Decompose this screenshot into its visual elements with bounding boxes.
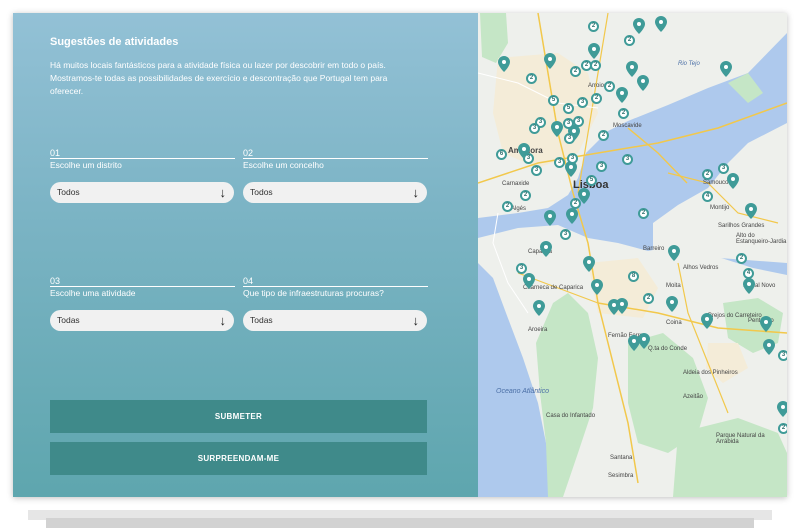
map-label-pinheiros: Aldeia dos Pinheiros	[683, 370, 738, 376]
step-number: 02	[243, 148, 254, 158]
district-select[interactable]: Todos ↓	[50, 182, 234, 203]
map-label-santana: Santana	[610, 455, 633, 461]
map-label-rio-tejo: Rio Tejo	[678, 61, 700, 67]
arrow-down-icon: ↓	[412, 313, 420, 328]
step-label: Escolhe um concelho	[243, 160, 324, 170]
district-select-value: Todos	[57, 187, 80, 197]
form-description: Há muitos locais fantásticos para a ativ…	[50, 60, 388, 96]
map-cluster-marker[interactable]: 3	[778, 350, 787, 361]
infrastructure-select[interactable]: Todas ↓	[243, 310, 427, 331]
map-cluster-marker[interactable]: 2	[570, 66, 581, 77]
map-cluster-marker[interactable]: 4	[702, 191, 713, 202]
step-municipality: 02 Escolhe um concelho	[243, 148, 428, 170]
arrow-down-icon: ↓	[412, 185, 420, 200]
step-district: 01 Escolhe um distrito	[50, 148, 235, 170]
map-cluster-marker[interactable]: 3	[529, 123, 540, 134]
map-label-parque-arrabida: Parque Natural da Arrábida	[716, 433, 765, 445]
map-label-sesimbra: Sesimbra	[608, 473, 634, 479]
map-label-coina: Coina	[666, 320, 682, 326]
map-cluster-marker[interactable]: 2	[570, 198, 581, 209]
form-title: Sugestões de atividades	[50, 36, 179, 48]
map-label-quinta-conde: Q.ta do Conde	[648, 346, 688, 352]
map-cluster-marker[interactable]: 3	[563, 118, 574, 129]
activity-select-value: Todas	[57, 315, 80, 325]
surprise-me-button[interactable]: SURPREENDAM-ME	[50, 442, 427, 475]
map-cluster-marker[interactable]: 2	[590, 60, 601, 71]
map-cluster-marker[interactable]: 3	[577, 97, 588, 108]
map-cluster-marker[interactable]: 3	[567, 153, 578, 164]
map-cluster-marker[interactable]: 3	[554, 157, 565, 168]
map-label-moita: Moita	[666, 283, 681, 289]
map-label-alges: Algés	[511, 206, 527, 212]
map-cluster-marker[interactable]: 3	[596, 161, 607, 172]
map-cluster-marker[interactable]: 5	[586, 175, 597, 186]
map-cluster-marker[interactable]: 2	[778, 423, 787, 434]
map-label-alhos-vedros: Alhos Vedros	[683, 265, 719, 271]
map-cluster-marker[interactable]: 6	[496, 149, 507, 160]
map-label-barreiro: Barreiro	[643, 246, 665, 252]
infrastructure-select-value: Todas	[250, 315, 273, 325]
map-cluster-marker[interactable]: 2	[618, 108, 629, 119]
map-cluster-marker[interactable]: 3	[560, 229, 571, 240]
municipality-select[interactable]: Todos ↓	[243, 182, 427, 203]
map-cluster-marker[interactable]: 2	[591, 93, 602, 104]
map-cluster-marker[interactable]: 2	[702, 169, 713, 180]
map-label-casa-infantado: Casa do Infantado	[546, 413, 596, 419]
map-cluster-marker[interactable]: 8	[628, 271, 639, 282]
map-cluster-marker[interactable]: 3	[622, 154, 633, 165]
step-label: Escolhe uma atividade	[50, 288, 136, 298]
map-cluster-marker[interactable]: 2	[598, 130, 609, 141]
map-cluster-marker[interactable]: 2	[604, 81, 615, 92]
map-cluster-marker[interactable]: 2	[588, 21, 599, 32]
step-infrastructure: 04 Que tipo de infraestruturas procuras?	[243, 276, 428, 298]
step-label: Que tipo de infraestruturas procuras?	[243, 288, 384, 298]
step-label: Escolhe um distrito	[50, 160, 122, 170]
map-label-brejos: Brejos do Carreteiro	[708, 313, 762, 319]
map-cluster-marker[interactable]: 5	[548, 95, 559, 106]
map-cluster-marker[interactable]: 3	[564, 133, 575, 144]
map-label-samouco: Samouco	[703, 180, 729, 186]
map-cluster-marker[interactable]: 3	[516, 263, 527, 274]
page: Sugestões de atividades Há muitos locais…	[0, 0, 800, 530]
step-number: 01	[50, 148, 61, 158]
step-number: 03	[50, 276, 61, 286]
divider	[50, 286, 235, 287]
map-cluster-marker[interactable]: 5	[563, 103, 574, 114]
map[interactable]: Lisboa Amadora Carnaxide Algés Caparica …	[478, 13, 787, 497]
map-cluster-marker[interactable]: 3	[718, 163, 729, 174]
map-cluster-marker[interactable]: 4	[743, 268, 754, 279]
map-cluster-marker[interactable]: 3	[523, 153, 534, 164]
arrow-down-icon: ↓	[219, 185, 227, 200]
submit-button[interactable]: SUBMETER	[50, 400, 427, 433]
map-label-sarilhos: Sarilhos Grandes	[718, 223, 765, 229]
map-label-alto-estanqueiro: Alto do Estanqueiro-Jardia	[736, 233, 787, 245]
arrow-down-icon: ↓	[219, 313, 227, 328]
map-cluster-marker[interactable]: 3	[573, 116, 584, 127]
map-cluster-marker[interactable]: 2	[736, 253, 747, 264]
step-activity: 03 Escolhe uma atividade	[50, 276, 235, 298]
divider	[50, 158, 235, 159]
map-label-carnaxide: Carnaxide	[502, 181, 530, 187]
map-cluster-marker[interactable]: 2	[520, 190, 531, 201]
activity-card: Sugestões de atividades Há muitos locais…	[13, 13, 787, 497]
divider	[243, 158, 428, 159]
map-label-moscavide: Moscavide	[613, 123, 642, 129]
divider	[243, 286, 428, 287]
activity-select[interactable]: Todas ↓	[50, 310, 234, 331]
map-label-azeitao: Azeitão	[683, 394, 704, 400]
map-cluster-marker[interactable]: 2	[526, 73, 537, 84]
map-cluster-marker[interactable]: 2	[624, 35, 635, 46]
map-label-montijo: Montijo	[710, 205, 730, 211]
step-number: 04	[243, 276, 254, 286]
map-label-oceano: Oceano Atlântico	[496, 388, 550, 395]
map-label-aroeira: Aroeira	[528, 327, 548, 333]
map-cluster-marker[interactable]: 2	[643, 293, 654, 304]
background-bar	[46, 518, 754, 528]
municipality-select-value: Todos	[250, 187, 273, 197]
map-cluster-marker[interactable]: 2	[502, 201, 513, 212]
search-form: Sugestões de atividades Há muitos locais…	[13, 13, 478, 497]
map-cluster-marker[interactable]: 2	[638, 208, 649, 219]
map-cluster-marker[interactable]: 3	[531, 165, 542, 176]
